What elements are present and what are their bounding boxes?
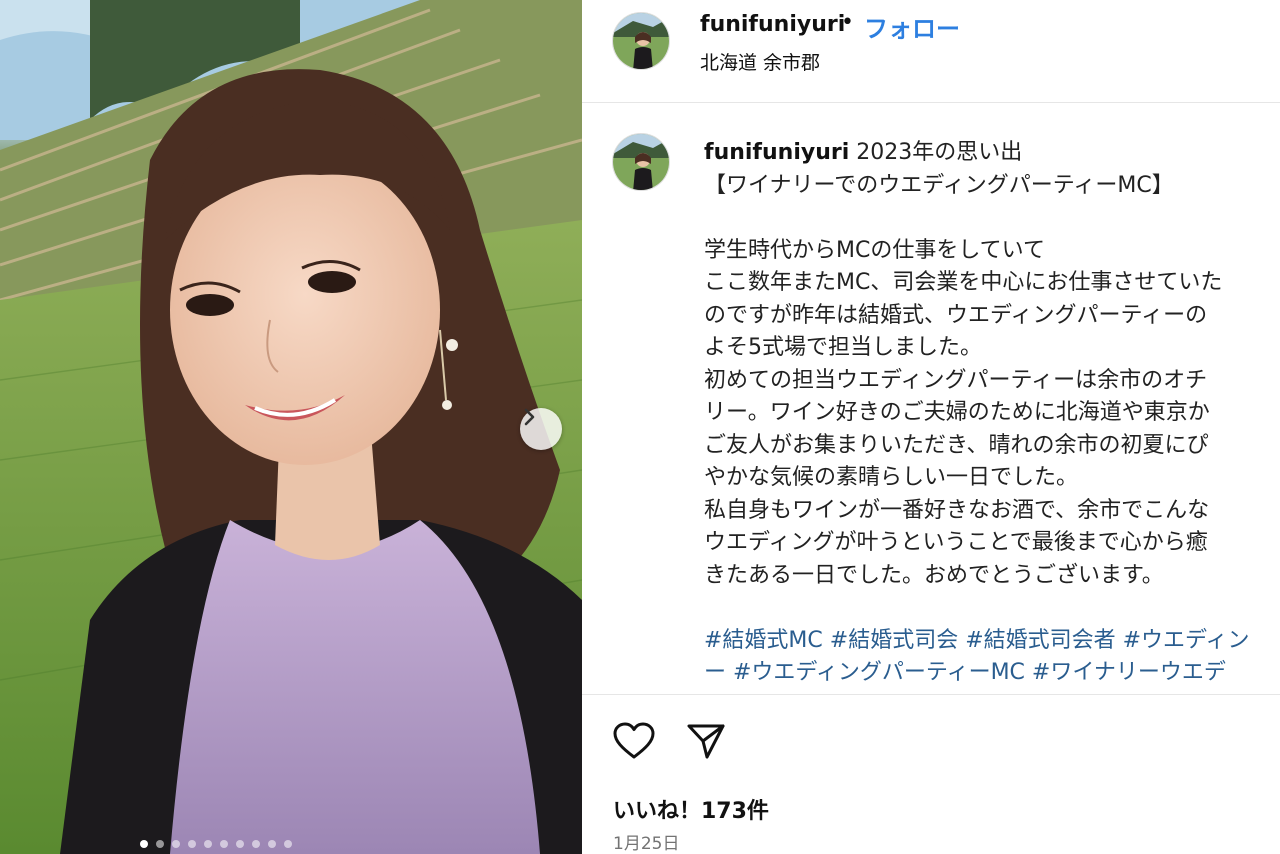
- chevron-right-icon: [524, 408, 535, 426]
- caption-line: [704, 592, 1280, 625]
- share-button[interactable]: [686, 721, 726, 765]
- carousel-dot: [220, 840, 228, 848]
- post-header: funifuniyuri • フォロー 北海道 余市郡: [582, 0, 1280, 103]
- carousel-dot: [268, 840, 276, 848]
- carousel-dot: [188, 840, 196, 848]
- caption-line: ご友人がお集まりいただき、晴れの余市の初夏にぴ: [704, 432, 1209, 458]
- carousel-dot: [252, 840, 260, 848]
- like-button[interactable]: [612, 721, 656, 765]
- caption-line: ここ数年またMC、司会業を中心にお仕事させていた: [704, 270, 1223, 295]
- caption-line: [704, 202, 1280, 235]
- next-image-button[interactable]: [520, 408, 562, 450]
- caption-line: よそ5式場で担当しました。: [704, 335, 982, 360]
- carousel-dot: [156, 840, 164, 848]
- post-panel: funifuniyuri • フォロー 北海道 余市郡 funifuniyuri…: [582, 0, 1280, 854]
- hashtag-line[interactable]: #結婚式MC #結婚式司会 #結婚式司会者 #ウエディン: [704, 625, 1280, 658]
- separator-dot: •: [841, 10, 854, 35]
- caption-line: きたある一日でした。おめでとうございます。: [704, 562, 1164, 588]
- caption-line: リー。ワイン好きのご夫婦のために北海道や東京か: [704, 400, 1210, 425]
- caption-line: 初めての担当ウエディングパーティーは余市のオチ: [704, 367, 1208, 393]
- hashtag-line[interactable]: チドリワイナリー #ochigiwinery #余市 #北海道ウ: [704, 690, 1280, 694]
- post-username[interactable]: funifuniyuri: [700, 12, 845, 37]
- caption-avatar[interactable]: [612, 133, 670, 191]
- caption-text: 2023年の思い出: [849, 140, 1023, 165]
- carousel-dot: [204, 840, 212, 848]
- caption-hashtags[interactable]: #結婚式MC #結婚式司会 #結婚式司会者 #ウエディンー #ウエディングパーテ…: [704, 625, 1280, 694]
- carousel-dot: [236, 840, 244, 848]
- follow-button[interactable]: フォロー: [864, 9, 960, 44]
- post-photo[interactable]: [0, 0, 582, 854]
- post-location[interactable]: 北海道 余市郡: [700, 48, 820, 75]
- caption-username[interactable]: funifuniyuri: [704, 140, 849, 165]
- caption-line: やかな気候の素晴らしい一日でした。: [704, 465, 1079, 490]
- photo-illustration: [0, 0, 582, 854]
- caption-first-line: funifuniyuri 2023年の思い出: [704, 137, 1280, 170]
- avatar-image: [613, 13, 669, 69]
- caption-line: 【ワイナリーでのウエディングパーティーMC】: [704, 172, 1174, 198]
- carousel-indicator: [140, 840, 292, 848]
- caption-line: のですが昨年は結婚式、ウエディングパーティーの: [704, 302, 1208, 328]
- carousel-dot: [284, 840, 292, 848]
- caption-body: 【ワイナリーでのウエディングパーティーMC】 学生時代からMCの仕事をしていてここ…: [704, 170, 1280, 625]
- avatar[interactable]: [612, 12, 670, 70]
- hashtag-line[interactable]: ー #ウエディングパーティーMC #ワイナリーウエデ: [704, 657, 1280, 690]
- carousel-dot: [140, 840, 148, 848]
- caption-line: 学生時代からMCの仕事をしていて: [704, 237, 1046, 263]
- heart-icon: [613, 722, 655, 759]
- avatar-image: [613, 134, 669, 190]
- caption-area: funifuniyuri 2023年の思い出 【ワイナリーでのウエディングパーテ…: [582, 103, 1280, 693]
- caption-line: 私自身もワインが一番好きなお酒で、余市でこんな: [704, 497, 1210, 523]
- post-date[interactable]: 1月25日: [613, 829, 679, 854]
- post-actions: いいね！173件 1月25日: [582, 694, 1280, 854]
- post-caption: funifuniyuri 2023年の思い出 【ワイナリーでのウエディングパーテ…: [704, 137, 1280, 693]
- like-count[interactable]: いいね！173件: [613, 793, 769, 825]
- caption-line: ウエディングが叶うということで最後まで心から癒: [704, 530, 1208, 555]
- carousel-dot: [172, 840, 180, 848]
- paper-plane-icon: [687, 724, 725, 759]
